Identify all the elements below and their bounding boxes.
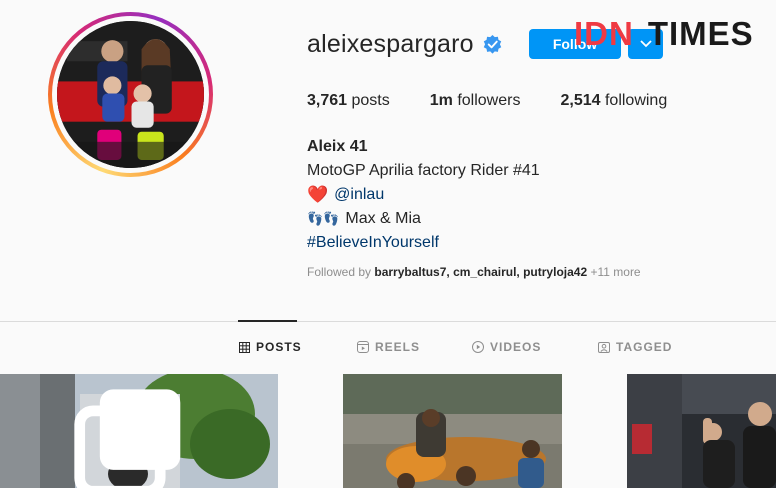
post-thumbnail-2[interactable] xyxy=(306,374,599,488)
tab-tagged[interactable]: TAGGED xyxy=(598,340,672,354)
profile-stats: 3,761 posts 1m followers 2,514 following xyxy=(307,92,707,110)
stat-posts-value: 3,761 xyxy=(307,92,348,109)
stat-followers[interactable]: 1m followers xyxy=(430,92,521,110)
tagged-icon xyxy=(598,342,610,353)
profile-avatar-ring[interactable] xyxy=(48,12,213,177)
watermark-idn: IDN xyxy=(574,15,634,52)
tab-videos-label: VIDEOS xyxy=(490,340,542,354)
verified-badge-icon xyxy=(483,35,502,54)
tabs-divider xyxy=(0,321,776,322)
mention-link[interactable]: @inlau xyxy=(334,183,384,207)
bio-line-kids: 👣👣 Max & Mia xyxy=(307,207,540,231)
followed-by-names: barrybaltus7, cm_chairul, putryloja42 xyxy=(374,265,588,279)
stat-following[interactable]: 2,514 following xyxy=(560,92,667,110)
followed-by[interactable]: Followed by barrybaltus7, cm_chairul, pu… xyxy=(307,265,641,279)
post-thumbnail-1[interactable] xyxy=(0,374,278,488)
tab-videos[interactable]: VIDEOS xyxy=(472,340,541,354)
stat-followers-value: 1m xyxy=(429,92,453,109)
profile-tabs: POSTS REELS VIDEOS TAGGED xyxy=(0,340,776,358)
watermark-times: TIMES xyxy=(647,15,754,52)
heart-icon: ❤️ xyxy=(307,185,329,204)
profile-avatar[interactable] xyxy=(57,21,204,168)
active-tab-indicator xyxy=(238,320,297,322)
post-image-2 xyxy=(306,374,599,488)
stat-followers-label: followers xyxy=(457,92,521,109)
profile-full-name: Aleix 41 xyxy=(307,138,368,155)
stat-following-value: 2,514 xyxy=(560,92,601,109)
profile-username: aleixespargaro xyxy=(307,30,474,58)
followed-by-prefix: Followed by xyxy=(307,265,372,279)
stat-following-label: following xyxy=(604,92,668,109)
reels-icon xyxy=(357,341,369,353)
stat-posts: 3,761 posts xyxy=(307,92,390,110)
avatar-gap xyxy=(52,16,209,173)
tab-reels-label: REELS xyxy=(375,340,421,354)
tab-posts-label: POSTS xyxy=(256,340,302,354)
post-image-3 xyxy=(627,374,776,488)
grid-icon xyxy=(239,341,250,353)
bio-kids: Max & Mia xyxy=(345,210,421,227)
bio-line-rider: MotoGP Aprilia factory Rider #41 xyxy=(307,162,540,179)
tab-posts[interactable]: POSTS xyxy=(239,340,302,354)
footprints-icon: 👣👣 xyxy=(307,211,340,226)
profile-bio: Aleix 41 MotoGP Aprilia factory Rider #4… xyxy=(307,135,540,255)
tab-tagged-label: TAGGED xyxy=(616,340,673,354)
hashtag-link[interactable]: #BelieveInYourself xyxy=(307,231,540,255)
stat-posts-label: posts xyxy=(351,92,390,109)
avatar-photo xyxy=(57,21,204,168)
video-icon xyxy=(472,341,484,353)
bio-line-mention: ❤️ @inlau xyxy=(307,183,540,207)
tab-reels[interactable]: REELS xyxy=(357,340,420,354)
idn-times-watermark: IDN TIMES xyxy=(574,15,754,52)
post-thumbnail-3[interactable] xyxy=(627,374,776,488)
followed-by-more: +11 more xyxy=(590,265,641,279)
carousel-icon xyxy=(74,389,181,488)
